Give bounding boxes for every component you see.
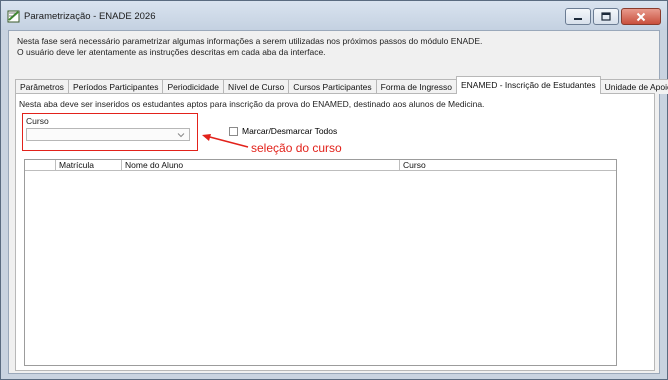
tab-strip: Parâmetros Períodos Participantes Period… [15, 76, 668, 94]
maximize-button[interactable] [593, 8, 619, 25]
minimize-icon [574, 17, 582, 20]
grid-header: Matrícula Nome do Aluno Curso [25, 160, 616, 171]
grid-col-curso[interactable]: Curso [400, 160, 616, 170]
tab-periodos-participantes[interactable]: Períodos Participantes [67, 79, 164, 94]
tab-panel-enamed: Nesta aba deve ser inseridos os estudant… [15, 93, 655, 371]
restore-icon [601, 12, 611, 21]
grid-col-matricula[interactable]: Matrícula [56, 160, 122, 170]
curso-label: Curso [26, 116, 49, 126]
tab-nivel-de-curso[interactable]: Nível de Curso [222, 79, 290, 94]
intro-line-2: O usuário deve ler atentamente as instru… [17, 47, 326, 57]
grid-col-nome-do-aluno[interactable]: Nome do Aluno [122, 160, 400, 170]
app-icon [7, 10, 20, 23]
close-icon [636, 12, 646, 21]
tab-enamed-inscricao[interactable]: ENAMED - Inscrição de Estudantes [455, 76, 601, 94]
select-all-label: Marcar/Desmarcar Todos [242, 126, 338, 136]
close-button[interactable] [621, 8, 661, 25]
curso-select[interactable] [26, 128, 190, 141]
panel-description: Nesta aba deve ser inseridos os estudant… [19, 99, 485, 109]
grid-col-select[interactable] [25, 160, 56, 170]
minimize-button[interactable] [565, 8, 591, 25]
window-title: Parametrização - ENADE 2026 [24, 11, 156, 22]
intro-line-1: Nesta fase será necessário parametrizar … [17, 36, 483, 46]
intro-text: Nesta fase será necessário parametrizar … [17, 36, 482, 58]
tab-cursos-participantes[interactable]: Cursos Participantes [288, 79, 377, 94]
tab-forma-de-ingresso[interactable]: Forma de Ingresso [375, 79, 457, 94]
tab-periodicidade[interactable]: Periodicidade [162, 79, 224, 94]
students-grid[interactable]: Matrícula Nome do Aluno Curso [24, 159, 617, 366]
window-controls [565, 8, 661, 25]
tab-unidade-de-apoio[interactable]: Unidade de Apoio [599, 79, 668, 94]
annotation-label: seleção do curso [251, 141, 342, 155]
annotation-arrow-icon [202, 134, 249, 148]
title-bar[interactable]: Parametrização - ENADE 2026 [1, 1, 667, 30]
dialog-body: Nesta fase será necessário parametrizar … [8, 30, 668, 374]
window: Parametrização - ENADE 2026 Nesta fase s… [0, 0, 668, 380]
chevron-down-icon[interactable] [176, 130, 186, 140]
tab-parametros[interactable]: Parâmetros [15, 79, 69, 94]
